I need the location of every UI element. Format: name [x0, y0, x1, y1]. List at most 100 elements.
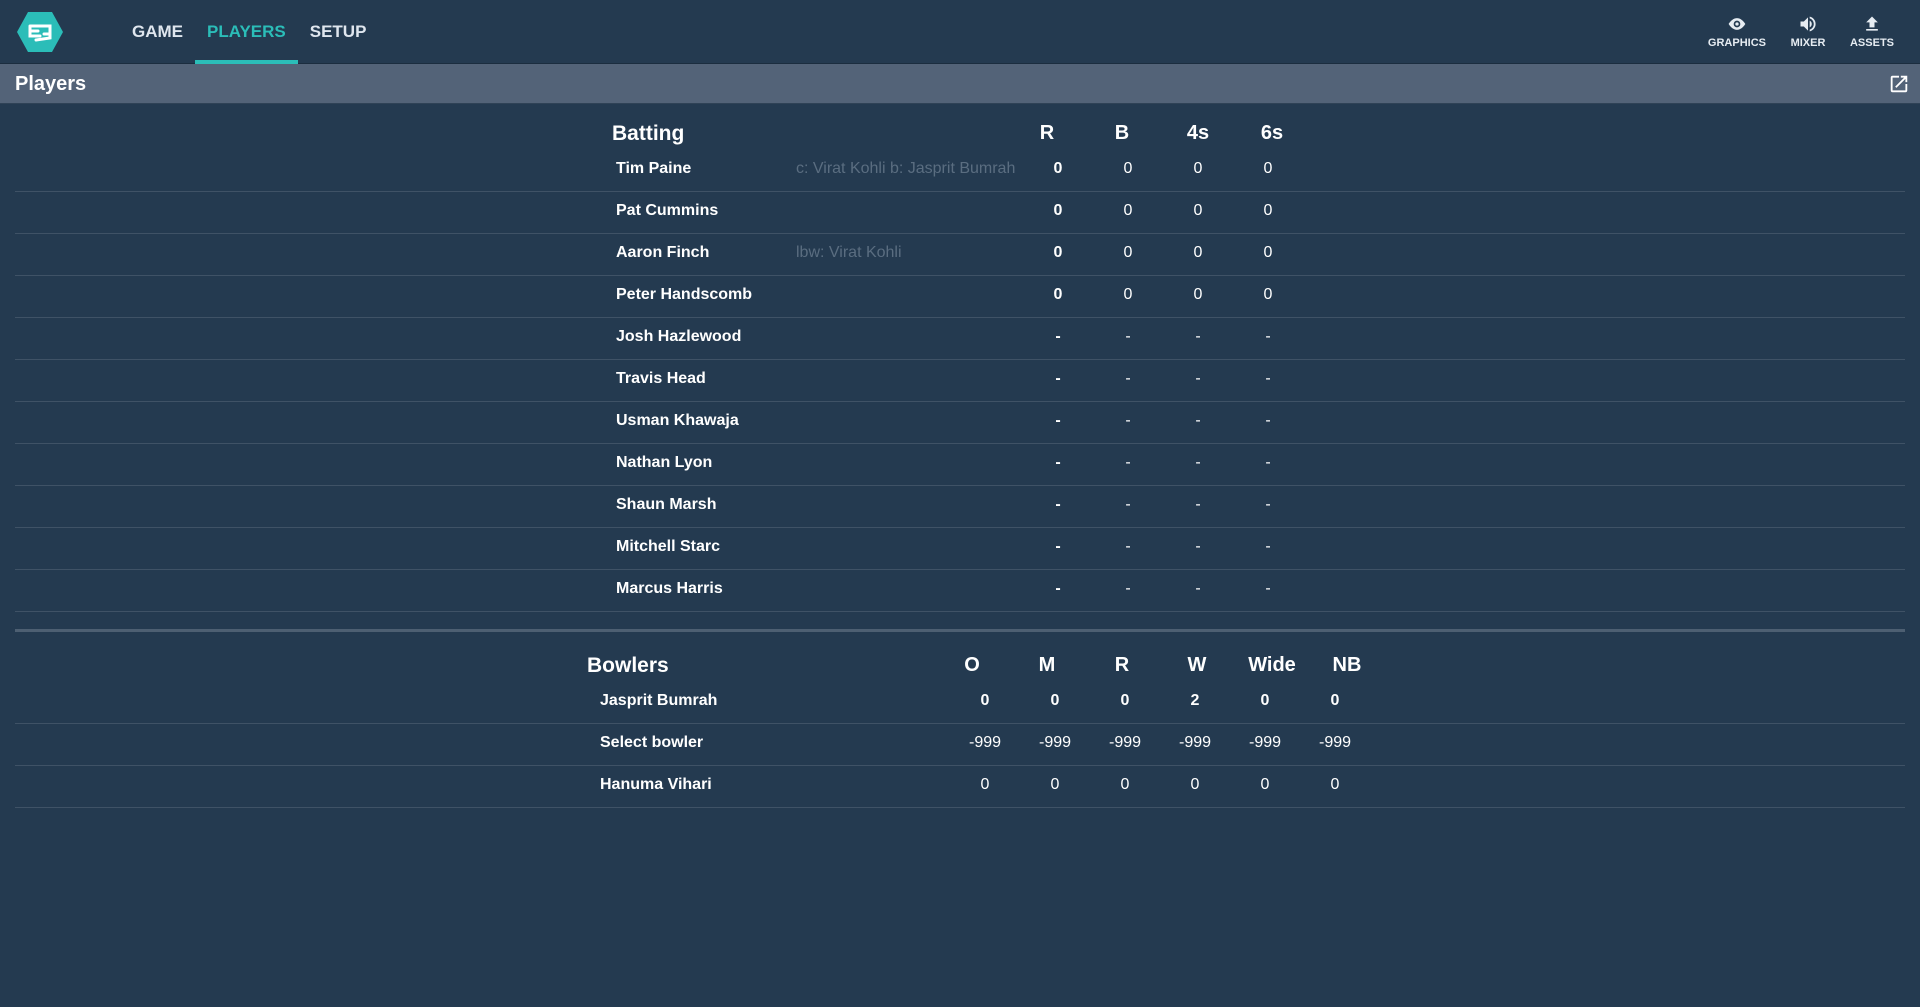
dismissal-text: c: Virat Kohli b: Jasprit Bumrah — [796, 160, 1016, 177]
batting-stat-r: 0 — [1053, 286, 1063, 303]
batting-stat-r: - — [1055, 454, 1061, 471]
bowling-stat-m: 0 — [1050, 692, 1060, 709]
batting-row[interactable]: Travis Head - - - - — [15, 360, 1905, 402]
bowling-header: Bowlers O M R W Wide NB — [15, 654, 1905, 684]
batting-stat-r: - — [1055, 580, 1061, 597]
batting-stat-r: - — [1055, 538, 1061, 555]
panel-title: Players — [15, 73, 87, 95]
batter-name: Nathan Lyon — [616, 454, 713, 471]
bowler-name: Select bowler — [600, 734, 704, 751]
bowling-stat-w: -999 — [1178, 734, 1212, 751]
batting-title: Batting — [612, 122, 685, 145]
batting-row[interactable]: Pat Cummins 0 0 0 0 — [15, 192, 1905, 234]
bowling-stat-w: 0 — [1190, 776, 1200, 793]
dismissal-text: lbw: Virat Kohli — [796, 244, 902, 261]
bowler-name: Jasprit Bumrah — [600, 692, 718, 709]
bowling-stat-wide: -999 — [1248, 734, 1282, 751]
batting-row[interactable]: Aaron Finch lbw: Virat Kohli 0 0 0 0 — [15, 234, 1905, 276]
graphics-label: GRAPHICS — [1707, 37, 1766, 49]
batting-stat-r: - — [1055, 496, 1061, 513]
batting-stat-4s: 0 — [1193, 202, 1203, 219]
batting-stat-b: - — [1125, 454, 1131, 471]
batter-name: Tim Paine — [616, 160, 692, 177]
col-wide-header: Wide — [1248, 654, 1296, 676]
main-nav: GAME PLAYERS SETUP — [120, 0, 378, 64]
batting-stat-r: 0 — [1053, 160, 1063, 177]
bowling-stat-r: 0 — [1120, 776, 1130, 793]
bowling-stat-wide: 0 — [1260, 776, 1270, 793]
mixer-label: MIXER — [1790, 37, 1826, 49]
batting-stat-r: - — [1055, 412, 1061, 429]
batting-stat-b: - — [1125, 370, 1131, 387]
batting-stat-4s: - — [1195, 580, 1201, 597]
batting-stat-4s: - — [1195, 370, 1201, 387]
bowling-stat-wide: 0 — [1260, 692, 1270, 709]
graphics-button[interactable]: GRAPHICS — [1708, 14, 1766, 49]
col-r-header: R — [1114, 654, 1130, 676]
batting-stat-b: - — [1125, 496, 1131, 513]
col-m-header: M — [1038, 654, 1056, 676]
batter-name: Marcus Harris — [616, 580, 723, 597]
batting-stat-4s: 0 — [1193, 160, 1203, 177]
batting-stat-b: - — [1125, 538, 1131, 555]
batting-row[interactable]: Mitchell Starc - - - - — [15, 528, 1905, 570]
bowling-stat-nb: 0 — [1330, 692, 1340, 709]
bowling-stat-r: 0 — [1120, 692, 1130, 709]
assets-button[interactable]: ASSETS — [1850, 14, 1894, 49]
batting-stat-6s: - — [1265, 412, 1271, 429]
batting-stat-r: - — [1055, 370, 1061, 387]
batting-row[interactable]: Nathan Lyon - - - - — [15, 444, 1905, 486]
batting-stat-r: 0 — [1053, 202, 1063, 219]
batting-row[interactable]: Josh Hazlewood - - - - — [15, 318, 1905, 360]
batter-name: Pat Cummins — [616, 202, 719, 219]
col-4s-header: 4s — [1186, 122, 1210, 144]
batting-stat-b: - — [1125, 328, 1131, 345]
batting-stat-6s: - — [1265, 496, 1271, 513]
col-b-header: B — [1114, 122, 1130, 144]
col-w-header: W — [1187, 654, 1207, 676]
batting-stat-6s: - — [1265, 454, 1271, 471]
batting-stat-6s: - — [1265, 580, 1271, 597]
batter-name: Josh Hazlewood — [616, 328, 742, 345]
batting-stat-6s: - — [1265, 370, 1271, 387]
bowling-stat-m: 0 — [1050, 776, 1060, 793]
tab-players[interactable]: PLAYERS — [195, 0, 298, 64]
batting-stat-6s: - — [1265, 538, 1271, 555]
col-r-header: R — [1039, 122, 1055, 144]
bowling-stat-nb: -999 — [1318, 734, 1352, 751]
col-nb-header: NB — [1332, 654, 1362, 676]
batting-row[interactable]: Peter Handscomb 0 0 0 0 — [15, 276, 1905, 318]
app-logo-icon[interactable] — [16, 10, 64, 54]
batting-row[interactable]: Tim Paine c: Virat Kohli b: Jasprit Bumra… — [15, 150, 1905, 192]
batting-row[interactable]: Marcus Harris - - - - — [15, 570, 1905, 612]
batting-stat-6s: 0 — [1263, 202, 1273, 219]
batting-stat-4s: - — [1195, 538, 1201, 555]
bowling-row[interactable]: Hanuma Vihari 0 0 0 0 0 0 — [15, 766, 1905, 808]
bowling-stat-m: -999 — [1038, 734, 1072, 751]
batting-stat-b: 0 — [1123, 244, 1133, 261]
bowling-stat-w: 2 — [1190, 692, 1200, 709]
batting-stat-4s: - — [1195, 496, 1201, 513]
batting-stat-6s: - — [1265, 328, 1271, 345]
tab-game[interactable]: GAME — [120, 0, 195, 64]
col-o-header: O — [964, 654, 980, 676]
section-divider — [15, 629, 1905, 632]
batting-stat-6s: 0 — [1263, 244, 1273, 261]
batting-row[interactable]: Shaun Marsh - - - - — [15, 486, 1905, 528]
eye-icon — [1728, 18, 1746, 30]
batting-stat-4s: - — [1195, 328, 1201, 345]
batter-name: Aaron Finch — [616, 244, 710, 261]
top-bar: GAME PLAYERS SETUP GRAPHICS MIXER ASSETS — [0, 0, 1920, 64]
batting-stat-r: - — [1055, 328, 1061, 345]
batting-row[interactable]: Usman Khawaja - - - - — [15, 402, 1905, 444]
bowling-stat-o: 0 — [980, 776, 990, 793]
bowling-row[interactable]: Jasprit Bumrah 0 0 0 2 0 0 — [15, 682, 1905, 724]
open-in-new-icon[interactable] — [1888, 73, 1910, 95]
bowling-stat-o: -999 — [968, 734, 1002, 751]
tab-setup[interactable]: SETUP — [298, 0, 379, 64]
bowling-row[interactable]: Select bowler -999 -999 -999 -999 -999 -999 — [15, 724, 1905, 766]
batting-stat-r: 0 — [1053, 244, 1063, 261]
batter-name: Peter Handscomb — [616, 286, 753, 303]
mixer-button[interactable]: MIXER — [1788, 14, 1828, 49]
batting-stat-4s: 0 — [1193, 286, 1203, 303]
